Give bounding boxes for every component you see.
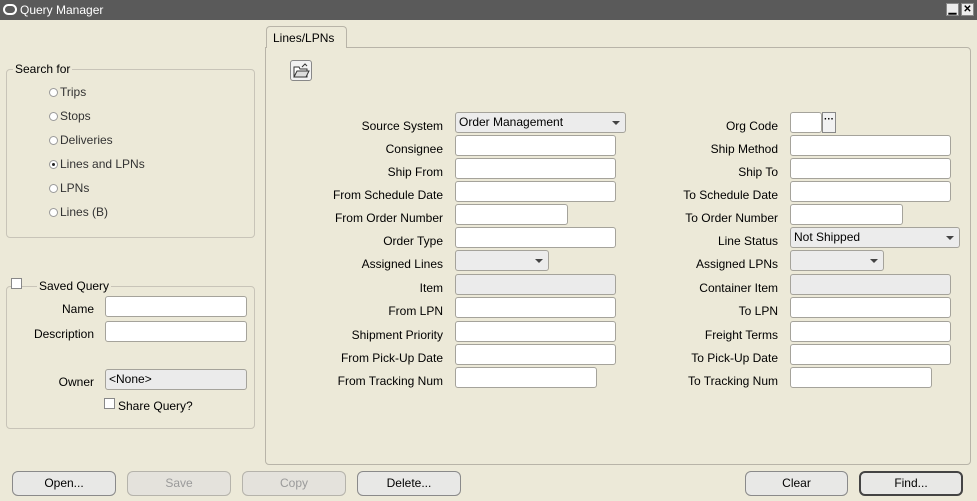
to-pickup-date-label: To Pick-Up Date (691, 351, 778, 365)
source-system-label: Source System (361, 119, 443, 133)
owner-field: <None> (105, 369, 247, 390)
radio-circle-selected[interactable] (49, 160, 58, 169)
chevron-down-icon (946, 236, 954, 240)
saved-query-label: Saved Query (37, 279, 112, 293)
container-item-label: Container Item (699, 281, 778, 295)
from-order-number-label: From Order Number (334, 211, 443, 225)
radio-circle[interactable] (49, 208, 58, 217)
owner-label: Owner (58, 375, 94, 389)
open-folder-icon (293, 63, 310, 78)
from-order-number-field[interactable] (455, 204, 568, 225)
from-pickup-date-field[interactable] (455, 344, 616, 365)
description-label: Description (33, 327, 94, 341)
assigned-lines-select[interactable] (455, 250, 549, 271)
radio-lines-b[interactable]: Lines (B) (49, 205, 108, 219)
to-schedule-date-label: To Schedule Date (683, 188, 778, 202)
radio-circle[interactable] (49, 112, 58, 121)
radio-lpns[interactable]: LPNs (49, 181, 89, 195)
shipment-priority-field[interactable] (455, 321, 616, 342)
share-query-label: Share Query? (118, 399, 193, 413)
oracle-window-icon (3, 4, 17, 15)
chevron-down-icon (535, 259, 543, 263)
ship-from-field[interactable] (455, 158, 616, 179)
order-type-label: Order Type (383, 234, 443, 248)
to-lpn-label: To LPN (738, 304, 778, 318)
copy-button[interactable]: Copy (242, 471, 346, 496)
chevron-down-icon (612, 121, 620, 125)
from-tracking-num-label: From Tracking Num (337, 374, 443, 388)
description-field[interactable] (105, 321, 247, 342)
consignee-field[interactable] (455, 135, 616, 156)
saved-query-checkbox[interactable] (11, 278, 22, 289)
line-status-select[interactable]: Not Shipped (790, 227, 960, 248)
ship-method-label: Ship Method (710, 142, 778, 156)
clear-button[interactable]: Clear (745, 471, 848, 496)
name-field[interactable] (105, 296, 247, 317)
ship-to-field[interactable] (790, 158, 951, 179)
open-folder-button[interactable] (290, 60, 312, 81)
assigned-lines-label: Assigned Lines (361, 257, 443, 271)
radio-trips[interactable]: Trips (49, 85, 86, 99)
delete-button[interactable]: Delete... (357, 471, 461, 496)
to-tracking-num-label: To Tracking Num (687, 374, 778, 388)
from-pickup-date-label: From Pick-Up Date (340, 351, 443, 365)
line-status-label: Line Status (717, 234, 778, 248)
search-for-group (6, 69, 255, 238)
order-type-field[interactable] (455, 227, 616, 248)
radio-circle[interactable] (49, 88, 58, 97)
find-button[interactable]: Find... (859, 471, 963, 496)
name-label: Name (61, 302, 94, 316)
org-code-field[interactable] (790, 112, 822, 133)
save-button[interactable]: Save (127, 471, 231, 496)
org-code-lov-button[interactable]: ··· (822, 112, 836, 133)
radio-deliveries[interactable]: Deliveries (49, 133, 113, 147)
search-for-label: Search for (13, 62, 73, 76)
ship-from-label: Ship From (387, 165, 443, 179)
from-schedule-date-label: From Schedule Date (332, 188, 443, 202)
ship-to-label: Ship To (738, 165, 778, 179)
shipment-priority-label: Shipment Priority (351, 328, 443, 342)
item-label: Item (419, 281, 443, 295)
ship-method-field[interactable] (790, 135, 951, 156)
window-title: Query Manager (20, 3, 104, 17)
to-pickup-date-field[interactable] (790, 344, 951, 365)
to-schedule-date-field[interactable] (790, 181, 951, 202)
minimize-icon[interactable]: ▁ (946, 3, 959, 16)
to-order-number-field[interactable] (790, 204, 903, 225)
share-query-checkbox[interactable] (104, 398, 115, 409)
radio-lines-and-lpns[interactable]: Lines and LPNs (49, 157, 145, 171)
container-item-field (790, 274, 951, 295)
from-lpn-field[interactable] (455, 297, 616, 318)
chevron-down-icon (870, 259, 878, 263)
assigned-lpns-label: Assigned LPNs (695, 257, 778, 271)
freight-terms-field[interactable] (790, 321, 951, 342)
consignee-label: Consignee (385, 142, 443, 156)
open-button[interactable]: Open... (12, 471, 116, 496)
from-schedule-date-field[interactable] (455, 181, 616, 202)
to-order-number-label: To Order Number (685, 211, 778, 225)
to-tracking-num-field[interactable] (790, 367, 932, 388)
close-icon[interactable]: ✕ (961, 3, 974, 16)
freight-terms-label: Freight Terms (704, 328, 778, 342)
source-system-select[interactable]: Order Management (455, 112, 626, 133)
from-tracking-num-field[interactable] (455, 367, 597, 388)
org-code-label: Org Code (725, 119, 778, 133)
radio-circle[interactable] (49, 136, 58, 145)
radio-circle[interactable] (49, 184, 58, 193)
to-lpn-field[interactable] (790, 297, 951, 318)
radio-stops[interactable]: Stops (49, 109, 91, 123)
tab-lines-lpns[interactable]: Lines/LPNs (266, 26, 347, 48)
item-field (455, 274, 616, 295)
ellipsis-icon: ··· (824, 114, 834, 125)
from-lpn-label: From LPN (388, 304, 443, 318)
assigned-lpns-select[interactable] (790, 250, 884, 271)
title-bar: Query Manager ▁ ✕ (0, 0, 977, 20)
